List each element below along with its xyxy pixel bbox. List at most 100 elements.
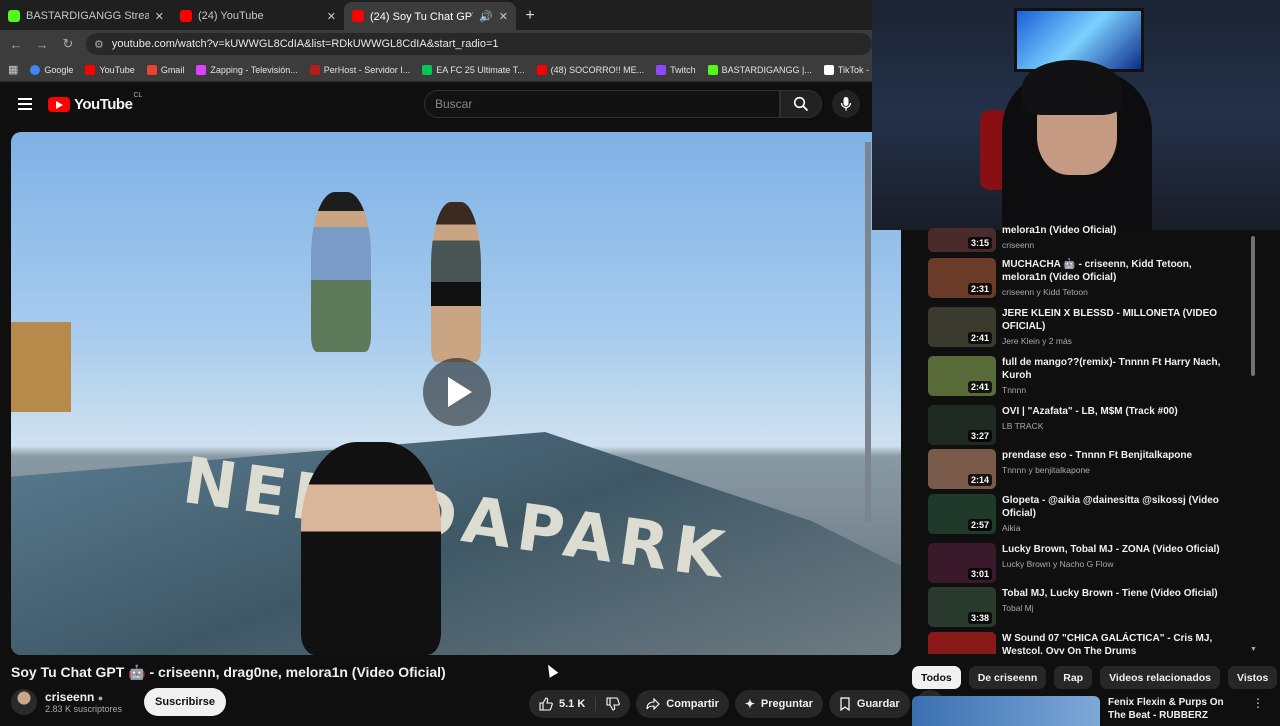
chip-de-criseenn[interactable]: De criseenn bbox=[968, 666, 1047, 689]
site-info-icon[interactable]: ⚙ bbox=[94, 38, 104, 51]
subscribe-button[interactable]: Suscribirse bbox=[144, 688, 226, 716]
share-icon bbox=[646, 697, 661, 711]
bookmark[interactable]: YouTube bbox=[85, 64, 135, 75]
thumbs-down-icon bbox=[606, 697, 621, 711]
playlist-item[interactable]: 2:57 Glopeta - @aikia @dainesitta @sikos… bbox=[912, 494, 1252, 534]
video-title: Soy Tu Chat GPT 🤖 - criseenn, drag0ne, m… bbox=[11, 664, 446, 680]
building bbox=[11, 322, 71, 412]
search-input[interactable]: Buscar bbox=[424, 90, 780, 118]
like-button[interactable]: 5.1 K bbox=[539, 697, 597, 711]
kick-icon bbox=[707, 64, 718, 75]
bookmark[interactable]: Twitch bbox=[656, 64, 696, 75]
ea-fc-icon bbox=[422, 64, 433, 75]
mouse-cursor-icon bbox=[543, 662, 559, 678]
dislike-button[interactable] bbox=[596, 697, 630, 711]
playlist-item[interactable]: 3:01 Lucky Brown, Tobal MJ - ZONA (Video… bbox=[912, 543, 1252, 583]
video-thumbnail: 2:41 bbox=[928, 307, 996, 347]
bookmark[interactable]: (48) SOCORRO!! ME... bbox=[536, 64, 644, 75]
video-thumbnail: 3:27 bbox=[928, 405, 996, 445]
reload-icon[interactable]: ↻ bbox=[60, 36, 76, 52]
back-icon[interactable]: ← bbox=[8, 37, 24, 52]
ask-button[interactable]: ✦ Preguntar bbox=[734, 690, 823, 718]
video-thumbnail bbox=[928, 632, 996, 654]
playlist-item[interactable]: 3:27 OVI | "Azafata" - LB, M$M (Track #0… bbox=[912, 405, 1252, 445]
bookmark[interactable]: BASTARDIGANGG |... bbox=[707, 64, 812, 75]
twitch-icon bbox=[656, 64, 667, 75]
gmail-icon bbox=[146, 64, 157, 75]
bookmark[interactable]: Gmail bbox=[146, 64, 184, 75]
playlist-item[interactable]: 3:15 melora1n (Video Oficial) criseenn bbox=[912, 224, 1252, 252]
playlist-item[interactable]: 2:41 JERE KLEIN X BLESSD - MILLONETA (VI… bbox=[912, 307, 1252, 347]
voice-search-button[interactable] bbox=[832, 90, 860, 118]
more-options-icon[interactable]: ⋮ bbox=[1252, 696, 1264, 726]
close-tab-icon[interactable]: ✕ bbox=[327, 10, 336, 23]
channel-name[interactable]: criseenn bbox=[45, 690, 94, 704]
youtube-play-logo-icon bbox=[48, 96, 70, 112]
video-thumbnail: 2:41 bbox=[928, 356, 996, 396]
zapping-icon bbox=[196, 64, 207, 75]
playlist-item[interactable]: 3:38 Tobal MJ, Lucky Brown - Tiene (Vide… bbox=[912, 587, 1252, 627]
video-actions: 5.1 K Compartir ✦ Preguntar Guardar ••• bbox=[529, 690, 944, 718]
playlist-panel: 3:15 melora1n (Video Oficial) criseenn 2:… bbox=[912, 225, 1258, 654]
youtube-icon bbox=[352, 10, 364, 22]
video-player[interactable]: NERUDAPARK bbox=[11, 132, 901, 655]
tab-label: BASTARDIGANGG Stream - Wat bbox=[26, 10, 149, 22]
kick-icon bbox=[8, 10, 20, 22]
close-tab-icon[interactable]: ✕ bbox=[155, 10, 164, 23]
playlist-item[interactable]: 2:14 prendase eso - Tnnnn Ft Benjitalkap… bbox=[912, 449, 1252, 489]
foreground-figure bbox=[301, 442, 441, 655]
playlist-item[interactable]: W Sound 07 "CHICA GALÁCTICA" - Cris MJ, … bbox=[912, 632, 1252, 654]
avatar[interactable] bbox=[11, 689, 37, 715]
youtube-logo[interactable]: YouTube CL bbox=[48, 92, 142, 113]
playlist-item[interactable]: 2:41 full de mango??(remix)- Tnnnn Ft Ha… bbox=[912, 356, 1252, 396]
url-text: youtube.com/watch?v=kUWWGL8CdIA&list=RDk… bbox=[111, 38, 499, 50]
bookmark[interactable]: Zapping - Televisión... bbox=[196, 64, 298, 75]
bookmark[interactable]: EA FC 25 Ultimate T... bbox=[422, 64, 525, 75]
tab-label: (24) Soy Tu Chat GPT 🤖 - c bbox=[370, 10, 473, 23]
browser-tab-active[interactable]: (24) Soy Tu Chat GPT 🤖 - c 🔊 ✕ bbox=[344, 2, 516, 30]
microphone-icon bbox=[840, 97, 852, 111]
video-thumbnail: 3:15 bbox=[928, 228, 996, 252]
youtube-icon bbox=[536, 64, 547, 75]
close-tab-icon[interactable]: ✕ bbox=[499, 10, 508, 23]
youtube-icon bbox=[85, 64, 96, 75]
hamburger-menu-icon[interactable] bbox=[18, 98, 32, 110]
url-field[interactable]: ⚙ youtube.com/watch?v=kUWWGL8CdIA&list=R… bbox=[86, 33, 872, 55]
google-icon bbox=[30, 64, 41, 75]
chip-rap[interactable]: Rap bbox=[1054, 666, 1093, 689]
channel-row: criseenn ● 2.83 K suscriptores Suscribir… bbox=[11, 688, 226, 716]
playlist-scrollbar[interactable] bbox=[1251, 236, 1255, 376]
perhost-icon bbox=[309, 64, 320, 75]
browser-tab[interactable]: BASTARDIGANGG Stream - Wat ✕ bbox=[0, 2, 172, 30]
search-icon bbox=[793, 96, 809, 112]
chip-videos-relacionados[interactable]: Videos relacionados bbox=[1100, 666, 1221, 689]
browser-tab-bar: BASTARDIGANGG Stream - Wat ✕ (24) YouTub… bbox=[0, 0, 872, 30]
new-tab-button[interactable]: + bbox=[516, 2, 544, 30]
filter-chips: Todos De criseenn Rap Videos relacionado… bbox=[912, 666, 1278, 689]
apps-grid-icon[interactable]: ▦ bbox=[8, 63, 18, 76]
country-code: CL bbox=[133, 91, 143, 99]
forward-icon[interactable]: → bbox=[34, 37, 50, 52]
share-button[interactable]: Compartir bbox=[636, 690, 729, 718]
browser-tab[interactable]: (24) YouTube ✕ bbox=[172, 2, 344, 30]
speaker-icon[interactable]: 🔊 bbox=[479, 10, 493, 23]
light-pole bbox=[865, 142, 871, 522]
chip-vistos[interactable]: Vistos bbox=[1228, 666, 1278, 689]
search-button[interactable] bbox=[780, 90, 822, 118]
like-count: 5.1 K bbox=[559, 698, 586, 710]
sparkle-icon: ✦ bbox=[744, 697, 755, 711]
recommendation-item[interactable]: Fenix Flexin & Purps On The Beat - RUBBE… bbox=[912, 696, 1264, 726]
playlist-item[interactable]: 2:31 MUCHACHA 🤖 - criseenn, Kidd Tetoon,… bbox=[912, 258, 1252, 298]
bookmark[interactable]: Google bbox=[30, 64, 73, 75]
play-button-icon[interactable] bbox=[423, 358, 491, 426]
channel-info: criseenn ● 2.83 K suscriptores bbox=[45, 690, 122, 714]
scroll-down-icon[interactable]: ▼ bbox=[1250, 646, 1257, 653]
chip-todos[interactable]: Todos bbox=[912, 666, 961, 689]
tiktok-icon bbox=[823, 64, 834, 75]
bookmark-icon bbox=[840, 697, 850, 711]
save-button[interactable]: Guardar bbox=[828, 690, 910, 718]
bookmark[interactable]: TikTok - Make Your... bbox=[823, 64, 872, 75]
youtube-icon bbox=[180, 10, 192, 22]
bookmark[interactable]: PerHost - Servidor I... bbox=[309, 64, 410, 75]
streamer-hair bbox=[1022, 60, 1122, 115]
